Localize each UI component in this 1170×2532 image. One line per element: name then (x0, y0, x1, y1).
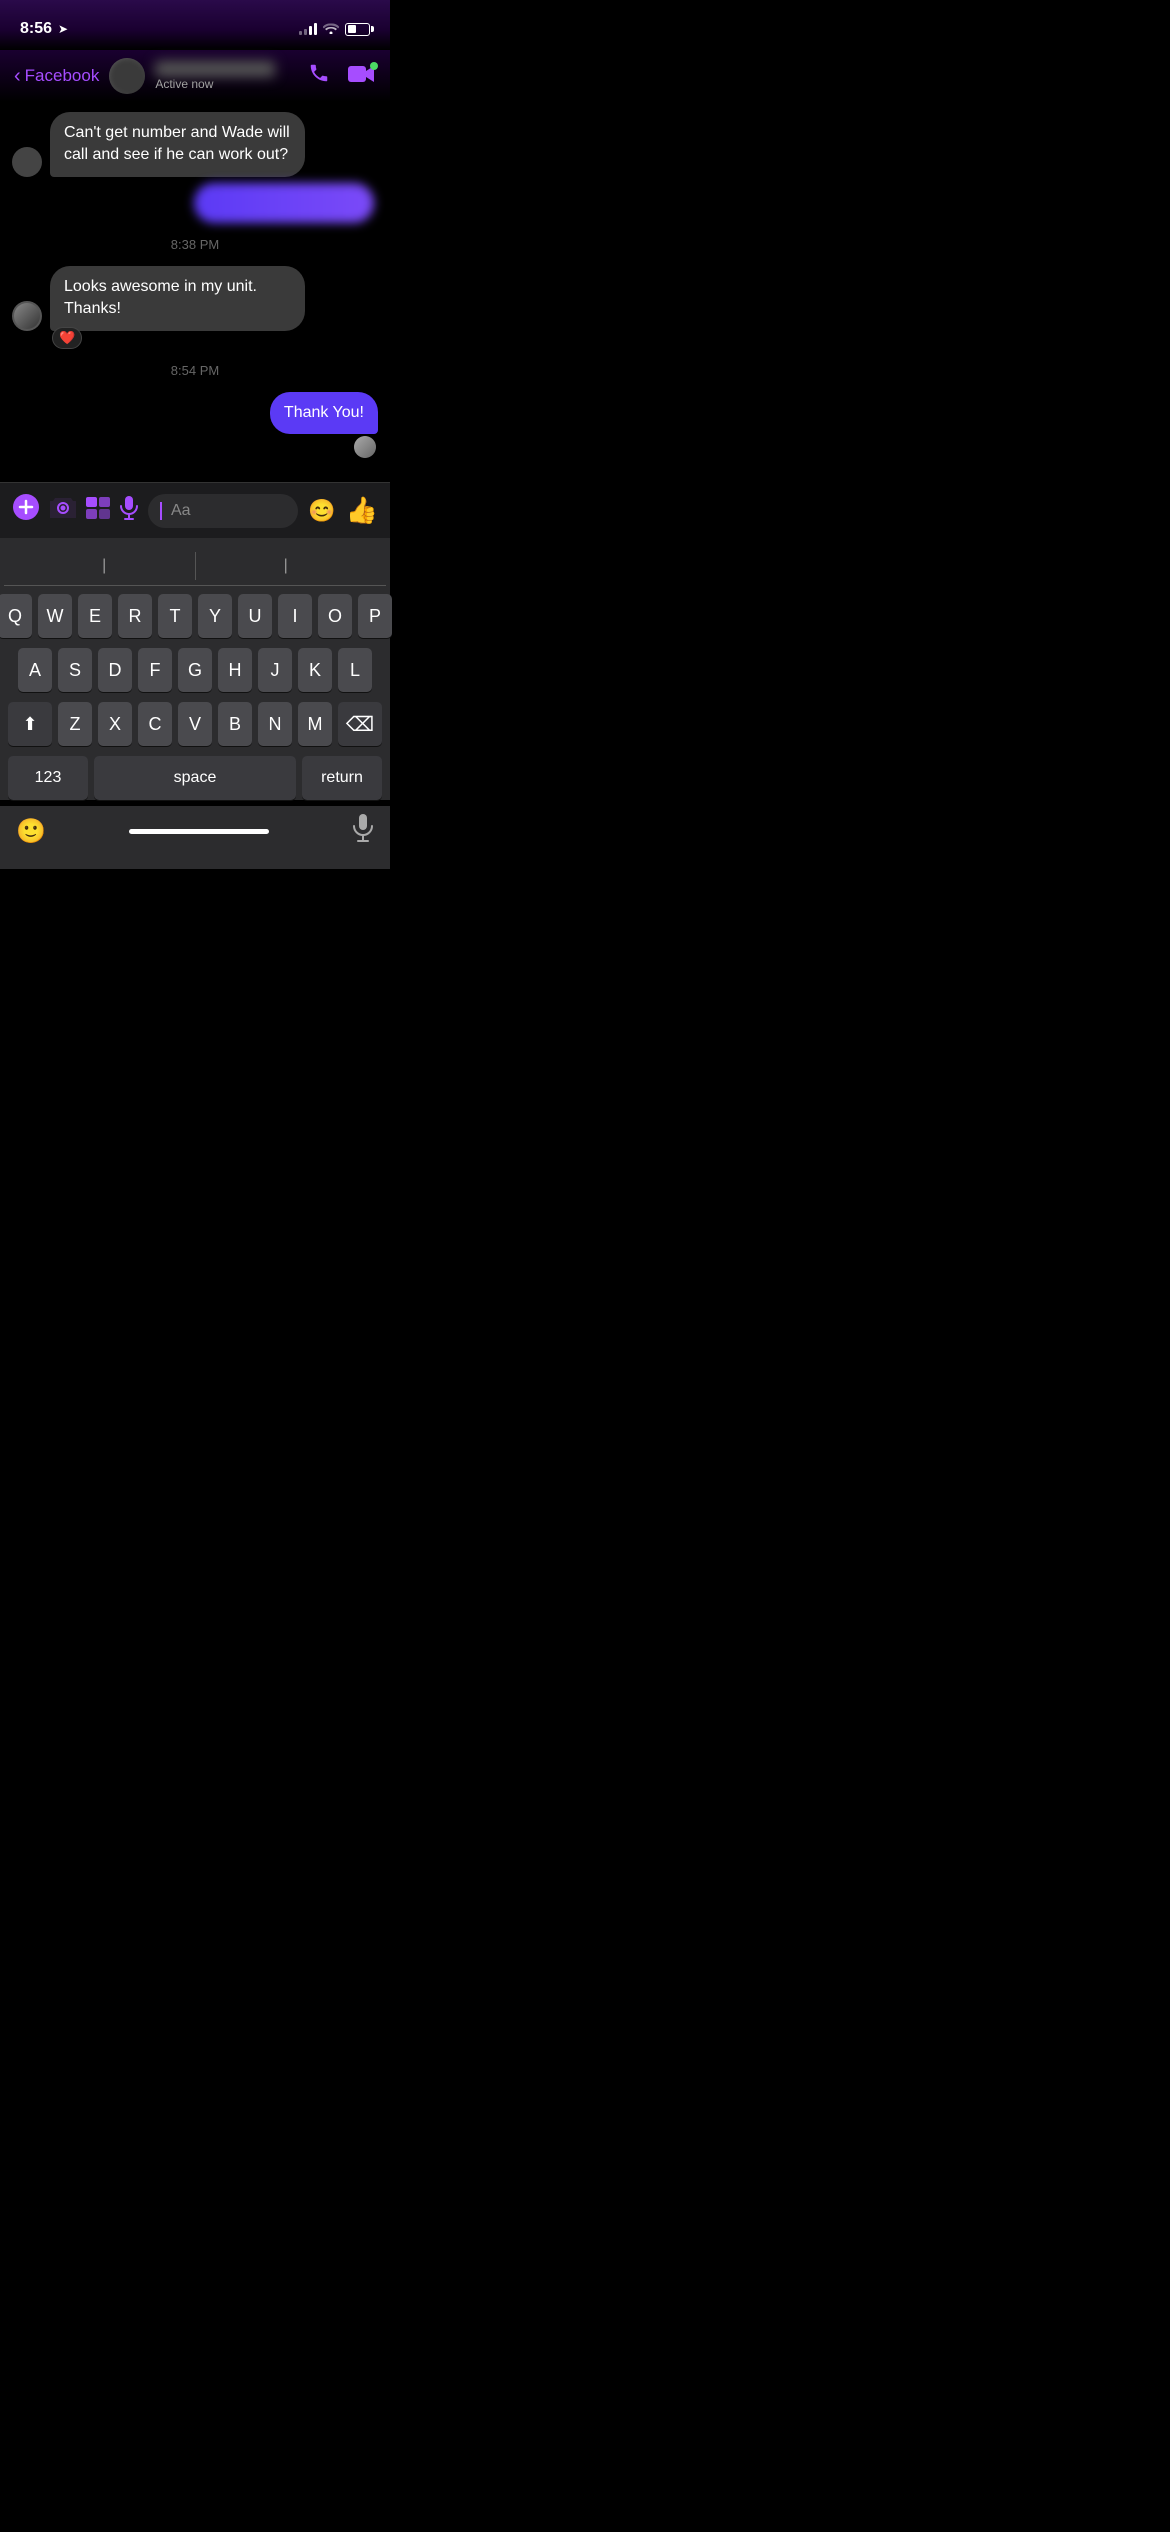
keyboard-footer: 🙂 (0, 806, 390, 869)
key-T[interactable]: T (158, 594, 192, 638)
key-O[interactable]: O (318, 594, 352, 638)
sent-bubble-thankyou: Thank You! (270, 392, 378, 434)
message-input-placeholder: Aa (171, 502, 191, 520)
emoji-button[interactable]: 😊 (308, 498, 335, 524)
keyboard-row-4: 123 space return (8, 756, 382, 800)
key-Q[interactable]: Q (0, 594, 32, 638)
timestamp-838pm: 8:38 PM (12, 237, 378, 252)
sent-avatar-row (354, 436, 376, 458)
numbers-key[interactable]: 123 (8, 756, 88, 800)
back-chevron-icon: ‹ (14, 65, 21, 88)
wifi-icon (323, 22, 339, 37)
status-time: 8:56 (20, 20, 52, 38)
microphone-button[interactable] (120, 496, 138, 526)
key-Z[interactable]: Z (58, 702, 92, 746)
keyboard-row-2: A S D F G H J K L (4, 648, 386, 692)
nav-bar: ‹ Facebook Active now (0, 50, 390, 102)
key-S[interactable]: S (58, 648, 92, 692)
back-label: Facebook (25, 66, 100, 86)
location-arrow-icon: ➤ (58, 22, 68, 36)
return-key[interactable]: return (302, 756, 382, 800)
key-B[interactable]: B (218, 702, 252, 746)
key-A[interactable]: A (18, 648, 52, 692)
input-bar: Aa 😊 👍 (0, 482, 390, 538)
sent-message-thankyou: Thank You! (12, 392, 378, 458)
key-U[interactable]: U (238, 594, 272, 638)
emoji-keyboard-icon[interactable]: 🙂 (16, 817, 46, 846)
key-V[interactable]: V (178, 702, 212, 746)
home-indicator (129, 829, 269, 834)
status-bar: 8:56 ➤ (0, 0, 390, 50)
contact-info: Active now (155, 61, 275, 91)
key-D[interactable]: D (98, 648, 132, 692)
sent-bubble-blurred (194, 183, 374, 223)
keyboard-row-1: Q W E R T Y U I O P (4, 594, 386, 638)
key-E[interactable]: E (78, 594, 112, 638)
received-bubble: Can't get number and Wade will call and … (50, 112, 305, 177)
thumbs-up-button[interactable]: 👍 (346, 495, 378, 526)
delete-key[interactable]: ⌫ (338, 702, 382, 746)
predictive-bar: | | (4, 546, 386, 586)
contact-status: Active now (155, 77, 275, 91)
camera-button[interactable] (50, 497, 76, 525)
key-G[interactable]: G (178, 648, 212, 692)
key-H[interactable]: H (218, 648, 252, 692)
key-W[interactable]: W (38, 594, 72, 638)
keyboard-row-3: ⬆ Z X C V B N M ⌫ (4, 702, 386, 746)
key-K[interactable]: K (298, 648, 332, 692)
timestamp-854pm: 8:54 PM (12, 363, 378, 378)
message-received: Can't get number and Wade will call and … (12, 112, 305, 177)
signal-icon (299, 23, 317, 35)
contact-avatar[interactable] (109, 58, 145, 94)
gallery-button[interactable] (86, 497, 110, 525)
reaction-badge: ❤️ (52, 327, 378, 349)
sender-mini-avatar (354, 436, 376, 458)
key-M[interactable]: M (298, 702, 332, 746)
video-call-button[interactable] (348, 63, 376, 90)
keyboard: | | Q W E R T Y U I O P A S D F G H J K … (0, 538, 390, 800)
key-C[interactable]: C (138, 702, 172, 746)
message-input-wrapper[interactable]: Aa (148, 494, 298, 528)
key-L[interactable]: L (338, 648, 372, 692)
add-button[interactable] (12, 493, 40, 528)
key-P[interactable]: P (358, 594, 392, 638)
battery-icon (345, 23, 370, 36)
key-N[interactable]: N (258, 702, 292, 746)
key-R[interactable]: R (118, 594, 152, 638)
key-Y[interactable]: Y (198, 594, 232, 638)
back-button[interactable]: ‹ Facebook (14, 65, 99, 88)
chat-area: Can't get number and Wade will call and … (0, 102, 390, 482)
sender-avatar-2 (12, 301, 42, 331)
sent-message-blurred (12, 183, 374, 223)
space-key[interactable]: space (94, 756, 296, 800)
key-I[interactable]: I (278, 594, 312, 638)
call-button[interactable] (308, 62, 330, 90)
received-bubble-2: Looks awesome in my unit. Thanks! (50, 266, 305, 331)
dictation-icon[interactable] (352, 814, 374, 849)
active-dot (370, 62, 378, 70)
message-received-2: Looks awesome in my unit. Thanks! (12, 266, 305, 331)
key-X[interactable]: X (98, 702, 132, 746)
shift-key[interactable]: ⬆ (8, 702, 52, 746)
key-J[interactable]: J (258, 648, 292, 692)
message-group: Looks awesome in my unit. Thanks! ❤️ (12, 266, 378, 349)
contact-name (155, 61, 275, 77)
sender-avatar (12, 147, 42, 177)
key-F[interactable]: F (138, 648, 172, 692)
